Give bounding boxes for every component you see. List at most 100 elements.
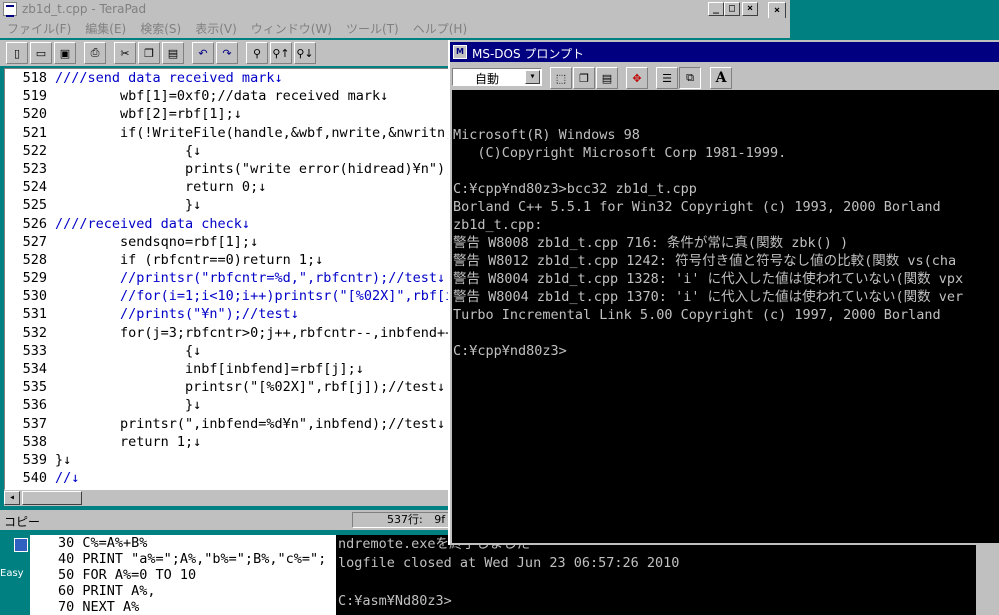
close-button[interactable]: ×	[742, 2, 758, 16]
paste-icon[interactable]: ▤	[162, 42, 184, 64]
dos-line	[452, 324, 999, 342]
terapad-title: zb1d_t.cpp - TeraPad	[22, 2, 147, 16]
msdos-icon: M	[453, 45, 467, 59]
basic-line: 70 NEXT A%	[58, 599, 140, 615]
code-line[interactable]: //for(i=1;i<10;i++)printsr("[%02X]",rbf[…	[55, 287, 449, 305]
maximize-button[interactable]: □	[724, 2, 740, 16]
code-line[interactable]: //↓	[55, 469, 449, 487]
dos-line: 警告 W8008 zb1d_t.cpp 716: 条件が常に真(関数 zbk()…	[453, 235, 849, 251]
code-line[interactable]: for(j=3;rbfcntr>0;j++,rbfcntr--,inbfend+…	[55, 324, 449, 342]
menu-help[interactable]: ヘルプ(H)	[406, 20, 474, 37]
properties-icon[interactable]: ☰	[656, 67, 678, 89]
background-icon[interactable]: ⧉	[679, 67, 701, 89]
dos-line: 警告 W8012 zb1d_t.cpp 1242: 符号付き値と符号なし値の比較…	[453, 253, 957, 269]
find-icon[interactable]: ⚲	[246, 42, 268, 64]
desktop-icon[interactable]: Easy	[0, 532, 30, 592]
dos-line: zb1d_t.cpp:	[453, 217, 543, 233]
console-scrollbar[interactable]	[976, 545, 999, 615]
copy-icon[interactable]: ❐	[138, 42, 160, 64]
paste-icon[interactable]: ▤	[596, 67, 618, 89]
font-size-select[interactable]: 自動 ▾	[452, 68, 542, 86]
find-prev-icon[interactable]: ⚲↑	[270, 42, 292, 64]
terapad-titlebar[interactable]: zb1d_t.cpp - TeraPad _ □ × ×	[0, 0, 790, 20]
print-icon[interactable]: ⎙	[84, 42, 106, 64]
minimize-button[interactable]: _	[708, 2, 724, 16]
scroll-left-icon[interactable]: ◂	[4, 491, 20, 505]
code-line[interactable]: }↓	[55, 196, 449, 214]
line-number: 539	[22, 451, 47, 468]
dos-titlebar[interactable]: M MS-DOS プロンプト	[450, 42, 999, 62]
code-line[interactable]: }↓	[55, 451, 449, 469]
code-line[interactable]: }↓	[55, 396, 449, 414]
line-number: 521	[22, 124, 47, 141]
scrollbar-thumb[interactable]	[22, 491, 82, 505]
menu-view[interactable]: 表示(V)	[188, 20, 244, 37]
dos-console-output[interactable]: Microsoft(R) Windows 98 (C)Copyright Mic…	[452, 90, 999, 543]
line-number: 518	[22, 70, 47, 86]
new-file-icon[interactable]: ▯	[6, 42, 28, 64]
code-editor[interactable]: 518 519 520 521 522 523 524 525 526 527 528 529 530 5…	[4, 68, 450, 490]
code-line[interactable]: printsr(",inbfend=%d¥n",inbfend);//test↓	[55, 415, 449, 433]
dos-line	[452, 90, 999, 108]
find-next-icon[interactable]: ⚲↓	[294, 42, 316, 64]
console-window-secondary[interactable]: ndremote.exeを終了しました logfile closed at Wed…	[336, 535, 976, 615]
cut-icon[interactable]: ✂	[114, 42, 136, 64]
dos-title: MS-DOS プロンプト	[472, 47, 585, 61]
fullscreen-icon[interactable]: ✥	[626, 67, 648, 89]
code-line[interactable]: return 0;↓	[55, 178, 449, 196]
mark-icon[interactable]: ⬚	[550, 67, 572, 89]
save-icon[interactable]: ▣	[54, 42, 76, 64]
line-number: 540	[22, 470, 47, 487]
chevron-down-icon[interactable]: ▾	[525, 70, 540, 84]
code-line[interactable]: wbf[2]=rbf[1];↓	[55, 105, 449, 123]
dos-line: Turbo Incremental Link 5.00 Copyright (c…	[453, 307, 941, 323]
line-number: 523	[22, 160, 47, 177]
font-size-value: 自動	[475, 72, 500, 86]
terapad-toolbar: ▯ ▭ ▣ ⎙ ✂ ❐ ▤ ↶ ↷ ⚲ ⚲↑ ⚲↓	[0, 40, 450, 66]
code-line[interactable]: wbf[1]=0xf0;//data received mark↓	[55, 87, 449, 105]
dos-line: 警告 W8004 zb1d_t.cpp 1370: 'i' に代入した値は使われ…	[453, 289, 964, 305]
code-line[interactable]: printsr("[%02X]",rbf[j]);//test↓	[55, 378, 449, 396]
dos-toolbar: 自動 ▾ ⬚ ❐ ▤ ✥ ☰ ⧉ A	[450, 64, 999, 90]
code-line[interactable]: //printsr("rbfcntr=%d,",rbfcntr);//test↓	[55, 269, 449, 287]
code-line[interactable]: {↓	[55, 342, 449, 360]
copy-icon[interactable]: ❐	[573, 67, 595, 89]
dos-line: Microsoft(R) Windows 98	[453, 127, 640, 143]
basic-line: 40 PRINT "a%=";A%,"b%=";B%,"c%=";	[58, 551, 327, 567]
code-line[interactable]: ////send data received mark↓	[55, 69, 449, 87]
code-line[interactable]: //prints("¥n");//test↓	[55, 305, 449, 323]
font-icon[interactable]: A	[710, 67, 732, 89]
computer-icon	[14, 538, 28, 552]
line-number: 528	[22, 251, 47, 268]
desktop-icon-label: Easy	[0, 568, 24, 579]
menu-search[interactable]: 検索(S)	[133, 20, 188, 37]
undo-icon[interactable]: ↶	[192, 42, 214, 64]
code-line[interactable]: prints("write error(hidread)¥n");	[55, 160, 449, 178]
code-line[interactable]: {↓	[55, 142, 449, 160]
line-number: 534	[22, 361, 47, 377]
redo-icon[interactable]: ↷	[216, 42, 238, 64]
line-number: 525	[22, 197, 47, 214]
menu-file[interactable]: ファイル(F)	[0, 20, 78, 37]
code-line[interactable]: inbf[inbfend]=rbf[j];↓	[55, 360, 449, 378]
line-number-gutter: 518 519 520 521 522 523 524 525 526 527 528 529 530 5…	[5, 69, 51, 489]
code-text[interactable]: ////send data received mark↓ wbf[1]=0xf0…	[55, 69, 449, 489]
dos-line: Borland C++ 5.5.1 for Win32 Copyright (c…	[453, 199, 941, 215]
code-line[interactable]: sendsqno=rbf[1];↓	[55, 233, 449, 251]
menu-edit[interactable]: 編集(E)	[78, 20, 133, 37]
open-folder-icon[interactable]: ▭	[30, 42, 52, 64]
dos-line: C:¥cpp¥nd80z3>bcc32 zb1d_t.cpp	[453, 181, 697, 197]
code-line[interactable]: ////received data check↓	[55, 215, 449, 233]
basic-listing[interactable]: 30 C%=A%+B% 40 PRINT "a%=";A%,"b%=";B%,"c…	[30, 535, 336, 615]
horizontal-scrollbar[interactable]: ◂	[4, 490, 450, 506]
dos-line: 警告 W8004 zb1d_t.cpp 1328: 'i' に代入した値は使われ…	[453, 271, 964, 287]
line-number: 522	[22, 142, 47, 159]
status-bar: コピー 537行: 9f	[0, 510, 452, 530]
line-number: 527	[22, 233, 47, 250]
status-message: コピー	[4, 515, 41, 529]
code-line[interactable]: return 1;↓	[55, 433, 449, 451]
menu-tools[interactable]: ツール(T)	[339, 20, 406, 37]
code-line[interactable]: if(!WriteFile(handle,&wbf,nwrite,&nwritn…	[55, 124, 449, 142]
code-line[interactable]: if (rbfcntr==0)return 1;↓	[55, 251, 449, 269]
menu-window[interactable]: ウィンドウ(W)	[244, 20, 339, 37]
